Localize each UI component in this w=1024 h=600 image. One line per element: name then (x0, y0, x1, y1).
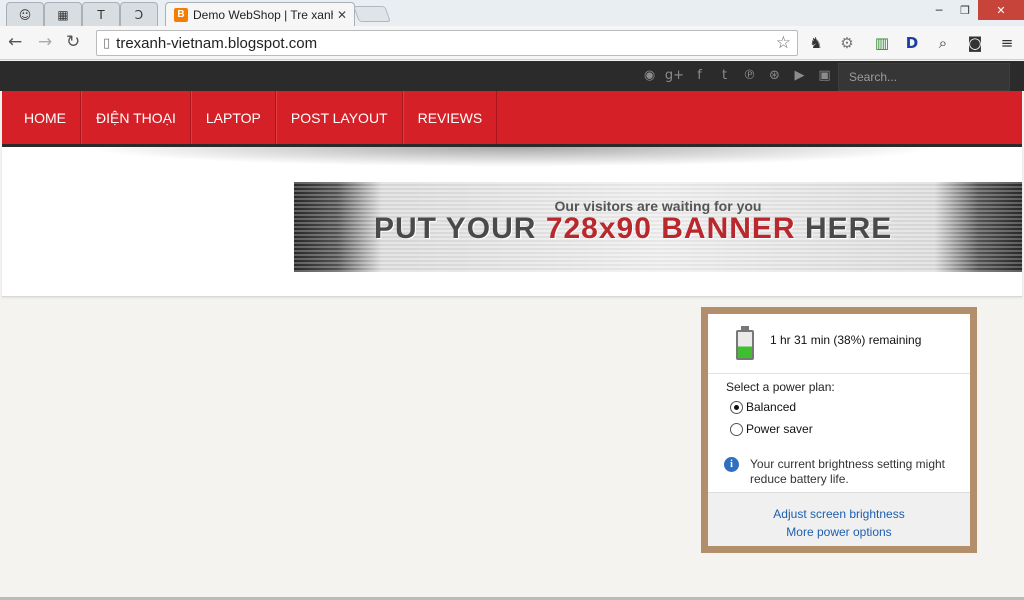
ad-banner[interactable]: Our visitors are waiting for you PUT YOU… (294, 182, 1022, 272)
adjust-brightness-link[interactable]: Adjust screen brightness (708, 507, 970, 521)
menu-shadow (2, 147, 1022, 175)
ghost-icon: ☺ (18, 7, 32, 22)
power-saver-label[interactable]: Power saver (746, 422, 813, 436)
battery-flyout: 1 hr 31 min (38%) remaining Select a pow… (701, 307, 977, 553)
maximize-button[interactable]: ❐ (952, 0, 978, 20)
battery-icon (736, 326, 754, 360)
banner-headline-a: PUT YOUR (374, 212, 537, 245)
balanced-label[interactable]: Balanced (746, 400, 796, 414)
extension-gear-icon[interactable]: ⚙ (836, 32, 858, 54)
menu-item-dien-thoai[interactable]: ĐIỆN THOẠI (81, 91, 191, 144)
film-icon: ▦ (57, 7, 69, 22)
extension-cat-icon[interactable]: ♞ (805, 32, 827, 54)
pinned-tab-2[interactable]: ▦ (44, 2, 82, 26)
brightness-info: Your current brightness setting might re… (750, 457, 945, 486)
page-icon: ▯ (103, 35, 111, 51)
youtube-icon[interactable]: ▶ (790, 66, 809, 85)
dribbble-icon[interactable]: ⊛ (765, 66, 784, 85)
info-icon: i (724, 457, 739, 472)
power-saver-radio[interactable] (730, 423, 743, 436)
google-plus-icon[interactable]: g+ (665, 66, 684, 85)
banner-headline: PUT YOUR 728x90 BANNER HERE (374, 212, 892, 246)
social-icons: ◉ g+ f t ℗ ⊛ ▶ ▣ (640, 66, 834, 85)
extension-magnifier-icon[interactable]: ⌕ (932, 32, 954, 54)
menu-item-reviews[interactable]: REVIEWS (402, 91, 498, 144)
banner-headline-c: HERE (804, 212, 893, 245)
extension-d-icon[interactable]: D (901, 32, 923, 54)
main-menu: HOME ĐIỆN THOẠI LAPTOP POST LAYOUT REVIE… (2, 91, 1022, 147)
header-area: Our visitors are waiting for you PUT YOU… (2, 147, 1022, 297)
extension-chart-icon[interactable]: ▥ (871, 32, 893, 54)
blogger-icon: B (174, 7, 188, 22)
window-controls: ─ ❐ ✕ (926, 0, 1024, 20)
pinterest-icon[interactable]: ℗ (740, 66, 759, 85)
active-tab[interactable]: B Demo WebShop | Tre xanh ✕ (165, 2, 355, 26)
close-window-button[interactable]: ✕ (978, 0, 1024, 20)
tab-title: Demo WebShop | Tre xanh (193, 7, 333, 22)
tab-strip: ☺ ▦ T Ɔ B Demo WebShop | Tre xanh ✕ ─ ❐ … (0, 0, 1024, 26)
browser-toolbar: ← → ↻ ▯ trexanh-vietnam.blogspot.com ☆ ♞… (0, 26, 1024, 60)
site-topbar: ◉ g+ f t ℗ ⊛ ▶ ▣ (0, 61, 1024, 91)
menu-item-home[interactable]: HOME (2, 91, 81, 144)
menu-icon[interactable]: ≡ (996, 32, 1018, 54)
back-icon[interactable]: ← (8, 32, 22, 52)
t-icon: T (97, 7, 105, 22)
flyout-footer: Adjust screen brightness More power opti… (708, 492, 970, 546)
tab-close-icon[interactable]: ✕ (337, 8, 347, 22)
site-search-input[interactable] (838, 63, 1010, 91)
battery-status: 1 hr 31 min (38%) remaining (770, 333, 922, 347)
more-power-options-link[interactable]: More power options (708, 525, 970, 539)
bookmark-star-icon[interactable]: ☆ (776, 33, 791, 53)
rss-icon[interactable]: ◉ (640, 66, 659, 85)
menu-item-laptop[interactable]: LAPTOP (190, 91, 276, 144)
reload-icon[interactable]: ↻ (66, 32, 80, 52)
address-bar[interactable]: ▯ trexanh-vietnam.blogspot.com ☆ (96, 30, 798, 56)
balanced-radio[interactable] (730, 401, 743, 414)
twitter-icon[interactable]: t (715, 66, 734, 85)
pinned-tab-4[interactable]: Ɔ (120, 2, 158, 26)
extension-camera-icon[interactable]: ◙ (964, 32, 986, 54)
banner-headline-b: 728x90 BANNER (545, 212, 796, 245)
new-tab-button[interactable] (353, 6, 391, 22)
instagram-icon[interactable]: ▣ (815, 66, 834, 85)
url-text[interactable]: trexanh-vietnam.blogspot.com (116, 35, 317, 52)
facebook-icon[interactable]: f (690, 66, 709, 85)
power-plan-label: Select a power plan: (726, 380, 835, 394)
menu-item-post-layout[interactable]: POST LAYOUT (275, 91, 403, 144)
pinned-tab-1[interactable]: ☺ (6, 2, 44, 26)
forward-icon[interactable]: → (38, 32, 52, 52)
battery-flyout-panel: 1 hr 31 min (38%) remaining Select a pow… (708, 314, 970, 546)
minimize-button[interactable]: ─ (926, 0, 952, 20)
divider (708, 373, 970, 374)
pinned-tab-3[interactable]: T (82, 2, 120, 26)
d-icon: Ɔ (134, 7, 144, 22)
